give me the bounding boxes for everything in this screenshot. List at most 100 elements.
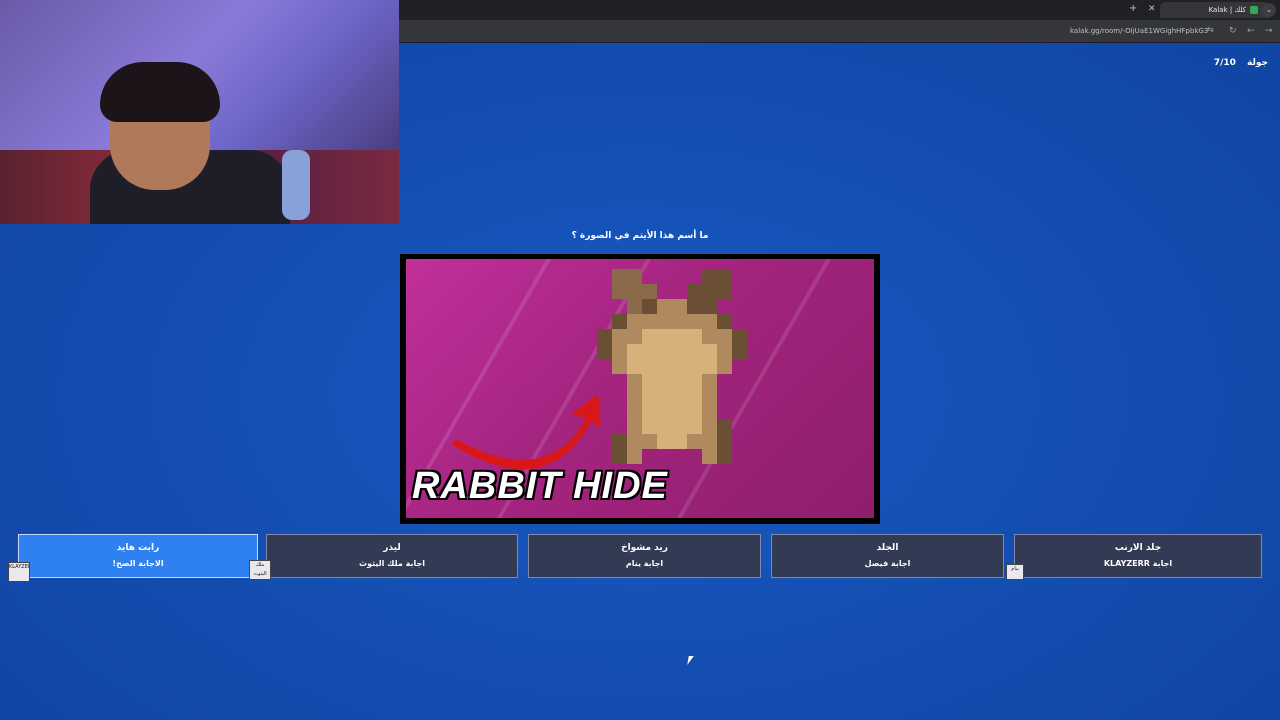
answer-label: ريد مشواخ: [621, 543, 668, 553]
rabbit-hide-pixel: [627, 284, 642, 299]
rabbit-hide-pixel: [672, 329, 687, 344]
rabbit-hide-pixel: [642, 404, 657, 419]
rabbit-hide-pixel: [732, 329, 747, 344]
answer-author: اجابة KLAYZERR: [1103, 559, 1173, 568]
rabbit-hide-pixel: [672, 344, 687, 359]
rabbit-hide-pixel: [702, 269, 717, 284]
rabbit-hide-pixel: [627, 329, 642, 344]
rabbit-hide-pixel: [732, 344, 747, 359]
rabbit-hide-pixel: [687, 299, 702, 314]
webcam-person-hair: [100, 62, 220, 122]
rabbit-hide-pixel: [627, 404, 642, 419]
forward-icon[interactable]: ←: [1247, 24, 1255, 38]
rabbit-hide-pixel: [642, 374, 657, 389]
rabbit-hide-pixel: [702, 434, 717, 449]
rabbit-hide-pixel: [702, 299, 717, 314]
rabbit-hide-pixel: [612, 329, 627, 344]
rabbit-hide-pixel: [717, 449, 732, 464]
answer-author: اجابة ملك اليثوث: [359, 559, 425, 568]
tab-search-icon[interactable]: ⌄: [1262, 3, 1276, 17]
rabbit-hide-pixel: [612, 344, 627, 359]
rabbit-hide-pixel: [672, 374, 687, 389]
webcam-feed: [0, 0, 399, 224]
rabbit-hide-pixel: [627, 374, 642, 389]
question-text: ما أسم هذا الأيتم في الصورة ؟: [571, 231, 709, 241]
rabbit-hide-pixel: [687, 389, 702, 404]
answer-label: الجلد: [876, 543, 899, 553]
rabbit-hide-pixel: [687, 314, 702, 329]
answer-result: الاجابة الصح!: [112, 559, 164, 568]
rabbit-hide-pixel: [717, 329, 732, 344]
rabbit-hide-pixel: [717, 284, 732, 299]
new-tab-icon[interactable]: +: [1129, 3, 1137, 14]
rabbit-hide-pixel: [657, 419, 672, 434]
rabbit-hide-pixel: [687, 284, 702, 299]
rabbit-hide-pixel: [612, 449, 627, 464]
back-icon[interactable]: →: [1265, 24, 1273, 38]
answer-button-2[interactable]: ليذر اجابة ملك اليثوث: [266, 534, 518, 578]
rabbit-hide-pixel: [627, 419, 642, 434]
rabbit-hide-pixel: [702, 404, 717, 419]
reload-icon[interactable]: ↻: [1229, 24, 1237, 38]
close-tab-icon[interactable]: ✕: [1148, 4, 1156, 14]
tab-title: Kalak | كلك: [1208, 6, 1246, 14]
player-avatar: ينام: [1006, 564, 1024, 580]
rabbit-hide-pixel: [612, 434, 627, 449]
rabbit-hide-pixel: [717, 314, 732, 329]
answer-author: اجابة فيصل: [864, 559, 911, 568]
rabbit-hide-pixel: [717, 359, 732, 374]
player-avatar: KLAYZERR: [8, 562, 30, 582]
answer-button-4[interactable]: الجلد اجابة فيصل: [771, 534, 1004, 578]
rabbit-hide-pixel: [612, 284, 627, 299]
answer-label: ليذر: [383, 543, 401, 553]
rabbit-hide-pixel: [657, 389, 672, 404]
answer-button-1[interactable]: رابت هايد الاجابة الصح!: [18, 534, 258, 578]
rabbit-hide-pixel: [657, 344, 672, 359]
rabbit-hide-pixel: [702, 374, 717, 389]
rabbit-hide-pixel: [612, 314, 627, 329]
player-avatar: ملك اليثوث: [249, 560, 271, 580]
rabbit-hide-pixel: [657, 314, 672, 329]
rabbit-hide-pixel: [642, 284, 657, 299]
image-caption: RABBIT HIDE: [412, 465, 668, 507]
rabbit-hide-pixel: [612, 359, 627, 374]
rabbit-hide-pixel: [672, 404, 687, 419]
round-indicator: جولة 7/10: [1214, 58, 1268, 68]
rabbit-hide-pixel: [702, 329, 717, 344]
rabbit-hide-pixel: [702, 389, 717, 404]
rabbit-hide-pixel: [657, 299, 672, 314]
rabbit-hide-pixel: [717, 419, 732, 434]
answer-button-3[interactable]: ريد مشواخ اجابة ينام: [528, 534, 761, 578]
rabbit-hide-item-icon: [592, 269, 747, 479]
rabbit-hide-pixel: [687, 419, 702, 434]
rabbit-hide-pixel: [642, 314, 657, 329]
rabbit-hide-pixel: [687, 344, 702, 359]
answer-label: جلد الارنب: [1114, 543, 1162, 553]
rabbit-hide-pixel: [627, 344, 642, 359]
rabbit-hide-pixel: [657, 359, 672, 374]
mouse-cursor-icon: [687, 656, 694, 665]
rabbit-hide-pixel: [627, 314, 642, 329]
rabbit-hide-pixel: [642, 359, 657, 374]
round-value: 7/10: [1213, 58, 1236, 68]
site-settings-icon[interactable]: ⇆: [1207, 25, 1214, 34]
rabbit-hide-pixel: [627, 359, 642, 374]
rabbit-hide-pixel: [717, 269, 732, 284]
answer-button-5[interactable]: جلد الارنب اجابة KLAYZERR: [1014, 534, 1262, 578]
rabbit-hide-pixel: [672, 419, 687, 434]
browser-tab[interactable]: Kalak | كلك: [1160, 2, 1270, 18]
rabbit-hide-pixel: [702, 344, 717, 359]
rabbit-hide-pixel: [642, 434, 657, 449]
rabbit-hide-pixel: [642, 419, 657, 434]
address-bar[interactable]: kalak.gg/room/-OIjUaE1WGighHFpbkG3: [1070, 24, 1220, 38]
rabbit-hide-pixel: [717, 344, 732, 359]
rabbit-hide-pixel: [657, 434, 672, 449]
favicon-icon: [1250, 6, 1258, 14]
rabbit-hide-pixel: [687, 434, 702, 449]
answer-author: اجابة ينام: [625, 559, 664, 568]
rabbit-hide-pixel: [672, 434, 687, 449]
rabbit-hide-pixel: [687, 329, 702, 344]
rabbit-hide-pixel: [657, 404, 672, 419]
rabbit-hide-pixel: [717, 434, 732, 449]
rabbit-hide-pixel: [627, 449, 642, 464]
